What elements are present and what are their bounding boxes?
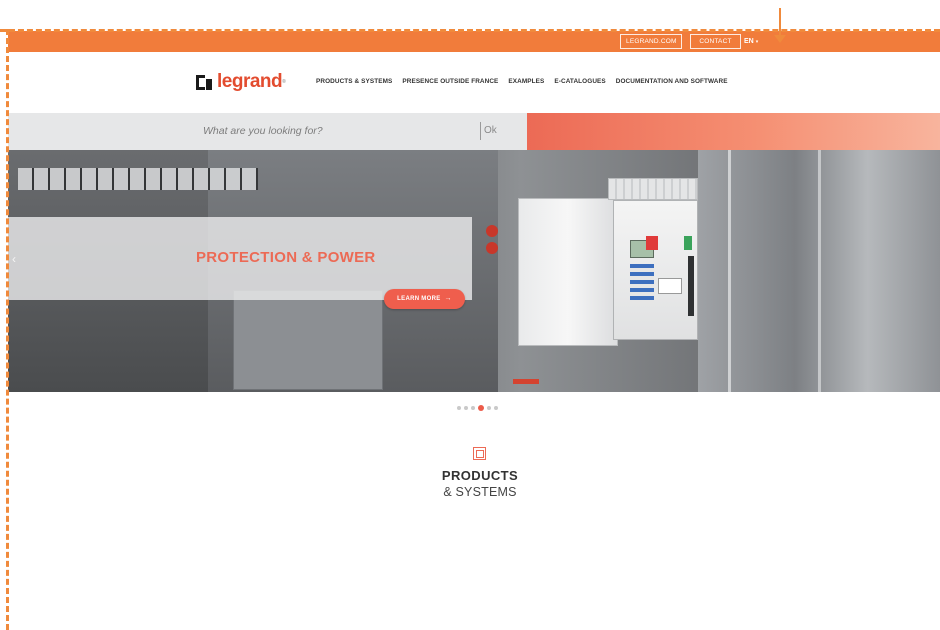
legrand-com-link[interactable]: LEGRAND.COM <box>620 34 682 49</box>
logo-mark-icon <box>196 74 212 90</box>
hero-background-rail <box>728 150 731 392</box>
section-subtitle: & SYSTEMS <box>443 485 517 499</box>
search-band: Ok <box>8 113 940 150</box>
nav-item-documentation-software[interactable]: DOCUMENTATION AND SOFTWARE <box>616 78 728 85</box>
hero-background-label <box>513 379 539 384</box>
page: LEGRAND.COM CONTACT EN ▾ legrand® PRODUCT… <box>0 0 940 630</box>
hero-background-rail <box>818 150 821 392</box>
annotation-arrow-icon <box>779 8 781 36</box>
arrow-right-icon: → <box>444 295 452 302</box>
utility-bar: LEGRAND.COM CONTACT EN ▾ <box>8 31 940 52</box>
site-header: legrand® PRODUCTS & SYSTEMS PRESENCE OUT… <box>8 52 940 113</box>
circuit-breaker-product-image <box>518 178 698 346</box>
carousel-prev-icon[interactable]: ‹ <box>12 252 16 266</box>
legrand-logo[interactable]: legrand® <box>196 71 286 92</box>
logo-text: legrand® <box>217 71 286 92</box>
annotation-dashed-border-left <box>6 29 9 630</box>
hero-background-indicator <box>486 225 498 237</box>
carousel-dot[interactable] <box>464 406 468 410</box>
annotation-dashed-border-top <box>0 29 940 32</box>
square-icon <box>473 447 486 460</box>
search-bar: Ok <box>8 113 527 150</box>
carousel-pagination <box>457 405 501 411</box>
contact-link[interactable]: CONTACT <box>690 34 741 49</box>
search-input[interactable] <box>203 122 473 140</box>
carousel-dot-active[interactable] <box>478 405 484 411</box>
section-title: PRODUCTS <box>441 468 519 483</box>
hero-background-door <box>233 290 383 390</box>
carousel-dot[interactable] <box>494 406 498 410</box>
main-nav: PRODUCTS & SYSTEMS PRESENCE OUTSIDE FRAN… <box>316 78 738 85</box>
language-selector[interactable]: EN ▾ <box>744 34 758 49</box>
nav-item-e-catalogues[interactable]: E-CATALOGUES <box>554 78 605 85</box>
hero-title: PROTECTION & POWER <box>196 249 376 266</box>
search-submit-button[interactable]: Ok <box>480 122 497 140</box>
nav-item-examples[interactable]: EXAMPLES <box>508 78 544 85</box>
annotation-arrowhead-icon <box>774 35 786 43</box>
language-label: EN <box>744 38 754 45</box>
nav-item-presence-outside-france[interactable]: PRESENCE OUTSIDE FRANCE <box>402 78 498 85</box>
carousel-dot[interactable] <box>471 406 475 410</box>
hero-background-breakers <box>18 168 258 190</box>
hero-background-indicator <box>486 242 498 254</box>
decorative-gradient <box>527 113 940 150</box>
carousel-dot[interactable] <box>487 406 491 410</box>
nav-item-products-systems[interactable]: PRODUCTS & SYSTEMS <box>316 78 392 85</box>
learn-more-button[interactable]: LEARN MORE → <box>384 289 465 309</box>
learn-more-label: LEARN MORE <box>397 296 441 302</box>
carousel-dot[interactable] <box>457 406 461 410</box>
chevron-down-icon: ▾ <box>755 39 759 45</box>
hero-carousel: ‹ PROTECTION & POWER LEARN MORE → <box>8 150 940 392</box>
